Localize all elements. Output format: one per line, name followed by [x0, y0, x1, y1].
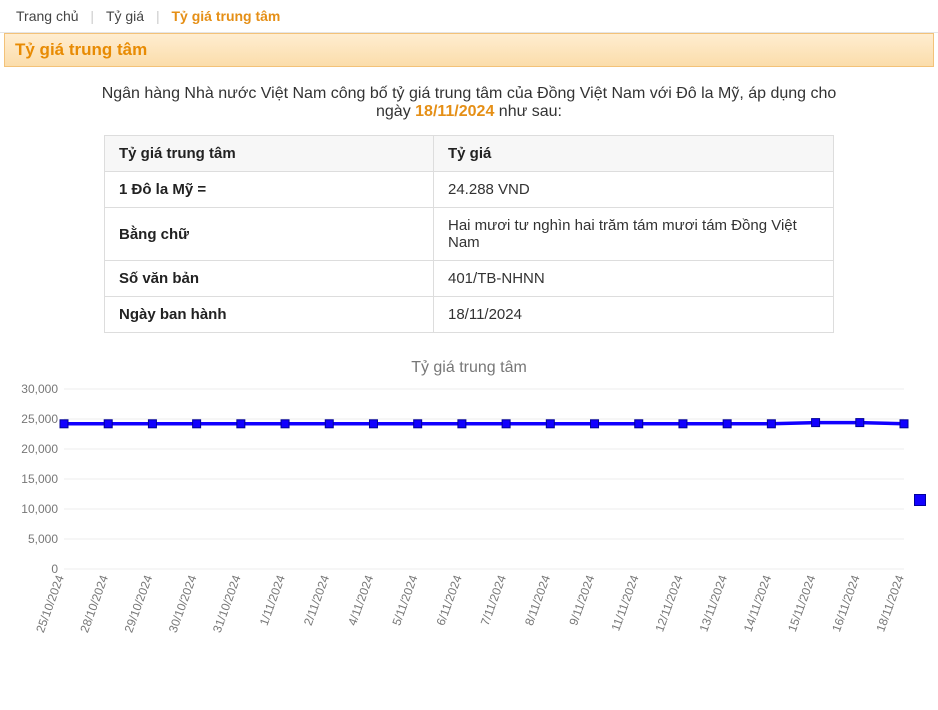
svg-text:31/10/2024: 31/10/2024: [210, 573, 244, 635]
svg-text:5/11/2024: 5/11/2024: [389, 573, 420, 627]
svg-text:4/11/2024: 4/11/2024: [345, 573, 376, 627]
breadcrumb-central-rate: Tỷ giá trung tâm: [165, 8, 286, 24]
table-row-label: Số văn bản: [105, 261, 434, 297]
svg-text:8/11/2024: 8/11/2024: [522, 573, 553, 627]
announce-date: 18/11/2024: [415, 103, 494, 120]
table-row-label: 1 Đô la Mỹ =: [105, 172, 434, 208]
svg-text:5,000: 5,000: [28, 532, 58, 546]
svg-text:11/11/2024: 11/11/2024: [608, 573, 641, 633]
svg-text:12/11/2024: 12/11/2024: [652, 573, 686, 634]
svg-text:28/10/2024: 28/10/2024: [77, 573, 111, 635]
breadcrumb-sep: |: [154, 8, 162, 24]
table-head-right: Tỷ giá: [434, 136, 834, 172]
table-row-value: 401/TB-NHNN: [434, 261, 834, 297]
breadcrumb-home[interactable]: Trang chủ: [10, 8, 85, 24]
page-title: Tỷ giá trung tâm: [4, 33, 934, 67]
breadcrumb-sep: |: [88, 8, 96, 24]
svg-text:20,000: 20,000: [21, 442, 58, 456]
svg-text:7/11/2024: 7/11/2024: [478, 573, 509, 627]
svg-text:30/10/2024: 30/10/2024: [166, 573, 200, 635]
table-row: Số văn bản 401/TB-NHNN: [105, 261, 834, 297]
table-head-left: Tỷ giá trung tâm: [105, 136, 434, 172]
svg-text:2/11/2024: 2/11/2024: [301, 573, 332, 627]
svg-text:29/10/2024: 29/10/2024: [122, 573, 156, 635]
svg-text:25/10/2024: 25/10/2024: [33, 573, 67, 635]
chart-title: Tỷ giá trung tâm: [0, 359, 938, 377]
table-row: 1 Đô la Mỹ = 24.288 VND: [105, 172, 834, 208]
svg-text:15/11/2024: 15/11/2024: [785, 573, 819, 634]
content: Ngân hàng Nhà nước Việt Nam công bố tỷ g…: [0, 67, 938, 353]
table-row-value: Hai mươi tư nghìn hai trăm tám mươi tám …: [434, 208, 834, 261]
table-row-label: Bằng chữ: [105, 208, 434, 261]
svg-text:30,000: 30,000: [21, 382, 58, 396]
rate-table: Tỷ giá trung tâm Tỷ giá 1 Đô la Mỹ = 24.…: [104, 135, 834, 333]
table-row-value: 18/11/2024: [434, 297, 834, 333]
legend-marker-icon: [914, 494, 926, 506]
svg-text:18/11/2024: 18/11/2024: [873, 573, 907, 634]
breadcrumb-rates[interactable]: Tỷ giá: [100, 8, 150, 24]
breadcrumb: Trang chủ | Tỷ giá | Tỷ giá trung tâm: [0, 0, 938, 33]
svg-text:6/11/2024: 6/11/2024: [434, 573, 465, 627]
svg-text:14/11/2024: 14/11/2024: [741, 573, 775, 634]
table-row: Ngày ban hành 18/11/2024: [105, 297, 834, 333]
svg-text:9/11/2024: 9/11/2024: [566, 573, 597, 627]
svg-text:13/11/2024: 13/11/2024: [697, 573, 731, 634]
svg-text:15,000: 15,000: [21, 472, 58, 486]
announcement: Ngân hàng Nhà nước Việt Nam công bố tỷ g…: [50, 77, 888, 135]
chart-canvas: 05,00010,00015,00020,00025,00030,00025/1…: [6, 379, 934, 699]
chart: 05,00010,00015,00020,00025,00030,00025/1…: [6, 379, 932, 699]
svg-text:1/11/2024: 1/11/2024: [257, 573, 288, 627]
svg-text:16/11/2024: 16/11/2024: [829, 573, 863, 634]
table-row: Bằng chữ Hai mươi tư nghìn hai trăm tám …: [105, 208, 834, 261]
svg-text:25,000: 25,000: [21, 412, 58, 426]
table-row-value: 24.288 VND: [434, 172, 834, 208]
table-row-label: Ngày ban hành: [105, 297, 434, 333]
svg-text:10,000: 10,000: [21, 502, 58, 516]
announce-post: như sau:: [499, 103, 562, 120]
